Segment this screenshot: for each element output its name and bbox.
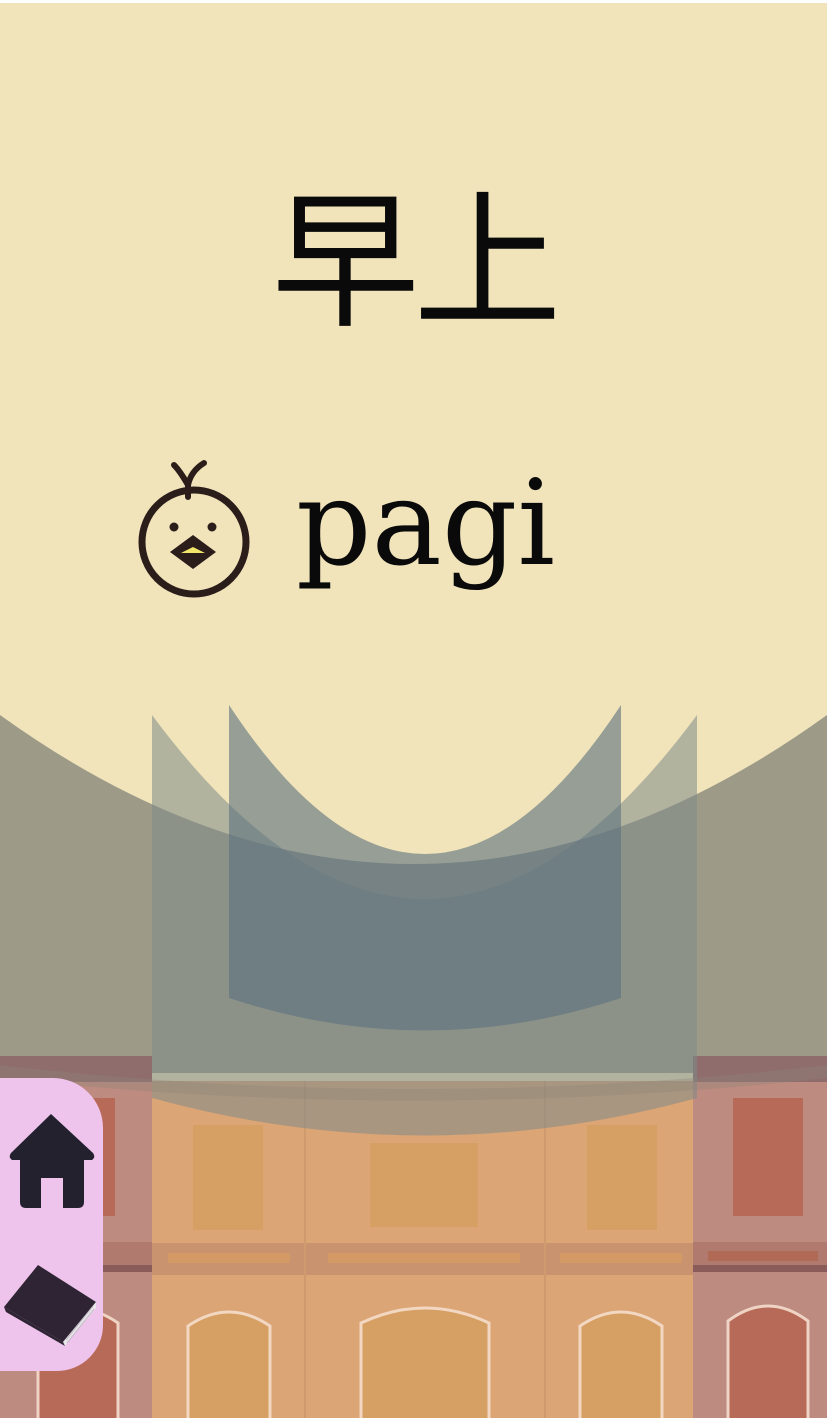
indonesian-word: pagi bbox=[296, 454, 556, 592]
indonesian-word-row: pagi bbox=[136, 453, 555, 603]
chinese-word: 早上 bbox=[271, 177, 562, 349]
book-icon bbox=[4, 1265, 96, 1346]
home-button[interactable] bbox=[0, 1106, 103, 1216]
nav-panel bbox=[0, 1078, 103, 1371]
flashcard-screen: 早上 pagi bbox=[0, 3, 827, 1418]
home-icon bbox=[9, 1114, 95, 1208]
building-right-wing bbox=[693, 1056, 827, 1418]
dictionary-button[interactable] bbox=[0, 1248, 103, 1358]
chick-icon[interactable] bbox=[136, 457, 252, 599]
